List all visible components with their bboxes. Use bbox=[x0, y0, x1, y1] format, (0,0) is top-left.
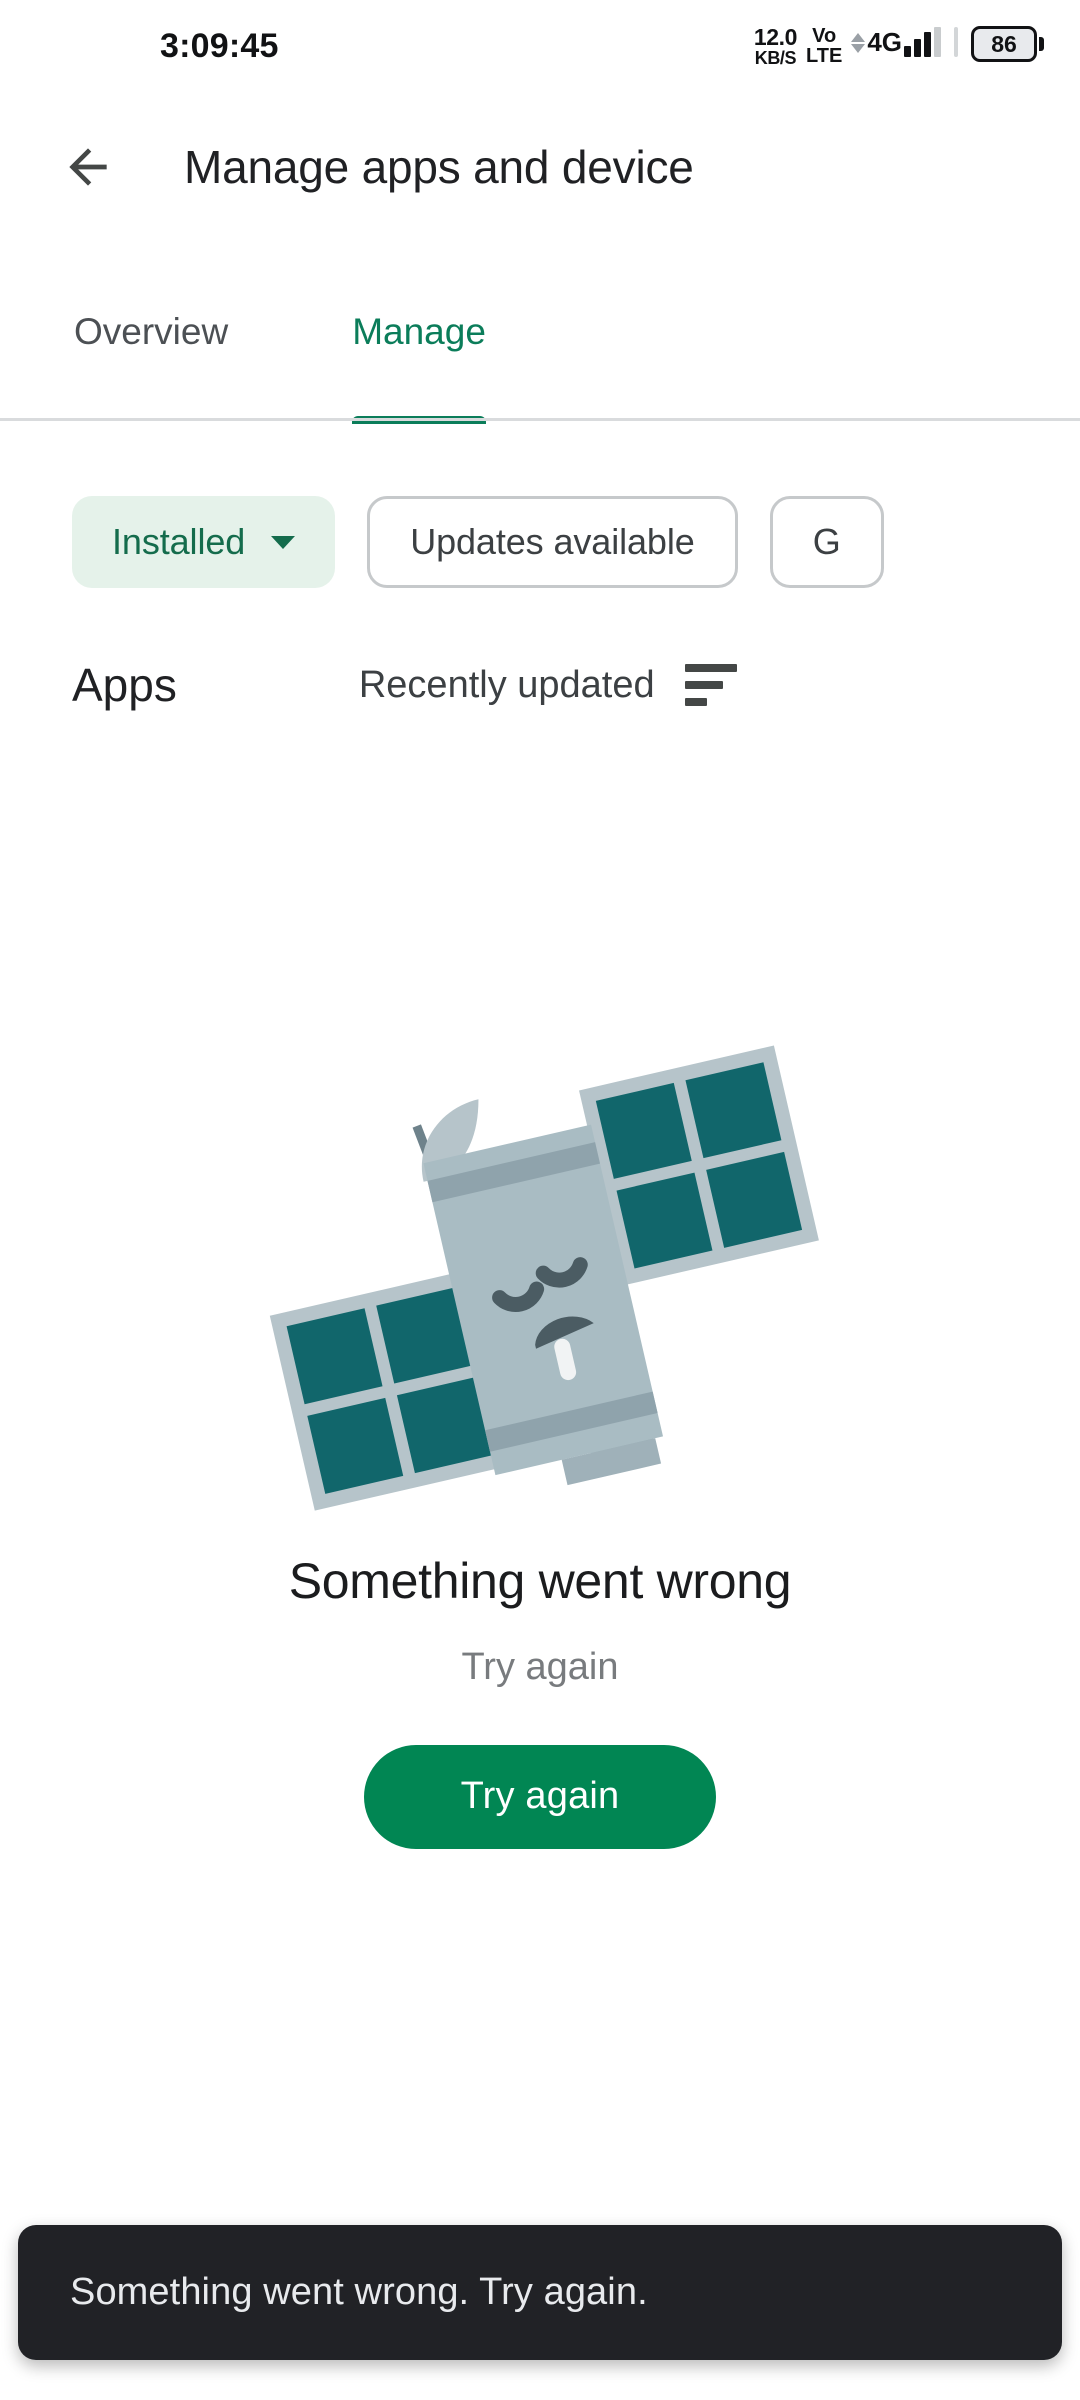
network-speed-value: 12.0 bbox=[753, 23, 798, 50]
sort-line-3 bbox=[684, 698, 707, 706]
error-subtitle: Try again bbox=[461, 1645, 619, 1688]
sort-line-1 bbox=[684, 664, 737, 672]
sort-label: Recently updated bbox=[358, 663, 655, 706]
chip-updates-available[interactable]: Updates available bbox=[367, 496, 738, 588]
data-transfer-arrows-icon bbox=[851, 33, 866, 53]
battery-icon: 86 bbox=[971, 26, 1044, 62]
sort-line-2 bbox=[684, 681, 723, 689]
volte-line-1: Vo bbox=[812, 25, 837, 47]
network-type-label: 4G bbox=[867, 27, 902, 57]
chip-installed-label: Installed bbox=[112, 521, 246, 562]
volte-icon: Vo LTE bbox=[806, 26, 842, 66]
chip-games[interactable]: G bbox=[769, 496, 884, 588]
tab-overview-label: Overview bbox=[74, 311, 229, 352]
signal-strength-icon bbox=[904, 27, 941, 57]
tab-bar-divider bbox=[0, 418, 1080, 421]
network-speed-indicator: 12.0 KB/S bbox=[753, 23, 798, 68]
sad-satellite-illustration bbox=[220, 1042, 860, 1512]
apps-heading: Apps bbox=[72, 659, 177, 711]
sort-lines-icon bbox=[684, 664, 737, 706]
volte-line-2: LTE bbox=[806, 45, 843, 67]
signal-bar-1 bbox=[904, 46, 911, 57]
tab-manage-label: Manage bbox=[352, 311, 486, 352]
status-bar: 3:09:45 12.0 KB/S Vo LTE 4G 86 bbox=[0, 0, 1080, 92]
chip-installed[interactable]: Installed bbox=[72, 496, 336, 588]
filter-chips-row[interactable]: Installed Updates available G bbox=[0, 492, 1080, 592]
tab-overview[interactable]: Overview bbox=[74, 288, 228, 424]
app-screen: 3:09:45 12.0 KB/S Vo LTE 4G 86 Manage ap… bbox=[0, 0, 1080, 2400]
tab-bar: Overview Manage bbox=[0, 288, 1080, 424]
apps-section-header: Apps Recently updated bbox=[0, 640, 1080, 730]
try-again-button[interactable]: Try again bbox=[364, 1744, 716, 1849]
battery-cap bbox=[1039, 37, 1044, 51]
satellite-svg bbox=[269, 1044, 819, 1511]
error-title: Something went wrong bbox=[288, 1552, 792, 1609]
sort-control[interactable]: Recently updated bbox=[359, 664, 737, 707]
chip-games-label: G bbox=[812, 521, 841, 562]
status-clock: 3:09:45 bbox=[160, 27, 279, 65]
signal-bar-4 bbox=[934, 27, 941, 57]
chevron-down-icon bbox=[271, 535, 296, 549]
arrow-down-icon bbox=[851, 44, 866, 53]
battery-level-label: 86 bbox=[991, 30, 1017, 57]
status-divider bbox=[954, 27, 958, 57]
app-bar: Manage apps and device bbox=[0, 92, 1080, 242]
snackbar-message: Something went wrong. Try again. bbox=[70, 2271, 648, 2313]
battery-body: 86 bbox=[971, 26, 1037, 62]
error-state: Something went wrong Try again Try again bbox=[0, 730, 1080, 2160]
back-button[interactable] bbox=[40, 119, 136, 215]
arrow-up-icon bbox=[851, 33, 866, 42]
arrow-left-icon bbox=[69, 148, 107, 186]
snackbar[interactable]: Something went wrong. Try again. bbox=[18, 2225, 1062, 2360]
status-bar-icons: 12.0 KB/S Vo LTE 4G 86 bbox=[753, 23, 1044, 68]
page-title: Manage apps and device bbox=[184, 141, 694, 193]
signal-bar-2 bbox=[914, 39, 921, 57]
network-speed-unit: KB/S bbox=[754, 47, 797, 68]
signal-bar-3 bbox=[924, 32, 931, 57]
mobile-network-indicator: 4G bbox=[851, 27, 941, 65]
tab-manage[interactable]: Manage bbox=[352, 288, 486, 424]
chip-updates-available-label: Updates available bbox=[410, 521, 695, 562]
